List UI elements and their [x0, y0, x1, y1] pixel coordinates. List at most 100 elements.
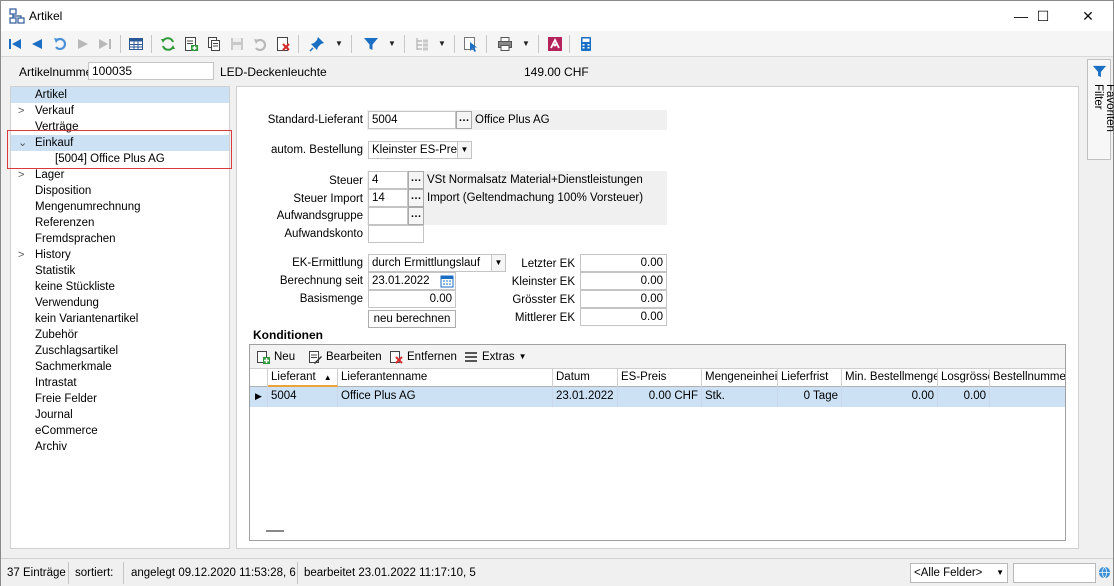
expense-group-lookup-button[interactable]: … — [408, 207, 424, 225]
previous-record-icon[interactable] — [27, 34, 47, 54]
tree-dropdown-icon[interactable]: ▼ — [437, 34, 447, 54]
tree-item-statistik[interactable]: Statistik — [11, 263, 229, 279]
print-icon[interactable] — [495, 34, 515, 54]
expense-account-field[interactable] — [368, 225, 424, 243]
tree-item-archiv[interactable]: Archiv — [11, 439, 229, 455]
avg-ek-field[interactable]: 0.00 — [580, 308, 667, 326]
edit-condition-button[interactable]: Bearbeiten — [308, 349, 382, 365]
cell-lieferfrist[interactable]: 0 Tage — [778, 387, 842, 407]
delete-record-icon[interactable] — [273, 34, 293, 54]
expense-account-label: Aufwandskonto — [284, 228, 363, 240]
first-record-icon[interactable] — [5, 34, 25, 54]
column-header-min-bestellmenge[interactable]: Min. Bestellmenge — [842, 369, 938, 387]
field-filter-select[interactable]: <Alle Felder> ▼ — [910, 563, 1008, 583]
chevron-down-icon[interactable]: ▼ — [457, 142, 471, 158]
remove-condition-button[interactable]: Entfernen — [389, 349, 457, 365]
min-ek-label: Kleinster EK — [511, 276, 575, 288]
calendar-icon[interactable] — [440, 274, 454, 288]
column-header-lieferfrist[interactable]: Lieferfrist — [778, 369, 842, 387]
favorites-filter-tab[interactable]: Favoriten Filter — [1087, 59, 1114, 160]
chevron-right-icon[interactable]: > — [18, 247, 24, 263]
supplier-field[interactable]: 5004 — [368, 111, 456, 129]
globe-search-icon[interactable] — [1098, 566, 1111, 579]
chevron-right-icon[interactable]: > — [18, 167, 24, 183]
new-condition-button[interactable]: Neu — [256, 349, 295, 365]
tree-item-history[interactable]: > History — [11, 247, 229, 263]
column-header-bestellnummer[interactable]: Bestellnummer — [990, 369, 1065, 387]
last-record-icon[interactable] — [95, 34, 115, 54]
cell-es-preis[interactable]: 0.00 CHF — [618, 387, 702, 407]
back-icon[interactable] — [50, 34, 70, 54]
column-header-datum[interactable]: Datum — [553, 369, 618, 387]
column-header-mengeneinheit[interactable]: Mengeneinheit — [702, 369, 778, 387]
print-dropdown-icon[interactable]: ▼ — [521, 34, 531, 54]
column-header-lieferantenname[interactable]: Lieferantenname — [338, 369, 553, 387]
tree-item-verwendung[interactable]: Verwendung — [11, 295, 229, 311]
tax-import-field[interactable]: 14 — [368, 189, 408, 207]
filter-dropdown-icon[interactable]: ▼ — [387, 34, 397, 54]
tree-item-intrastat[interactable]: Intrastat — [11, 375, 229, 391]
article-number-field[interactable]: 100035 — [88, 62, 214, 80]
refresh-icon[interactable] — [158, 34, 178, 54]
tree-item-disposition[interactable]: Disposition — [11, 183, 229, 199]
tree-item-variantenartikel[interactable]: kein Variantenartikel — [11, 311, 229, 327]
column-header-es-preis[interactable]: ES-Preis — [618, 369, 702, 387]
new-record-icon[interactable] — [181, 34, 201, 54]
cursor-select-icon[interactable] — [461, 34, 481, 54]
last-ek-field[interactable]: 0.00 — [580, 254, 667, 272]
tree-item-fremdsprachen[interactable]: Fremdsprachen — [11, 231, 229, 247]
cell-bestellnummer[interactable] — [990, 387, 1065, 407]
chevron-down-icon: ▼ — [996, 568, 1004, 577]
supplier-lookup-button[interactable]: … — [456, 111, 472, 129]
table-view-icon[interactable] — [126, 34, 146, 54]
filter-icon[interactable] — [361, 34, 381, 54]
tree-item-sachmerkmale[interactable]: Sachmerkmale — [11, 359, 229, 375]
calculator-icon[interactable] — [576, 34, 596, 54]
cell-min-bestellmenge[interactable]: 0.00 — [842, 387, 938, 407]
column-header-losgroesse[interactable]: Losgrösse — [938, 369, 990, 387]
recalculate-button[interactable]: neu berechnen — [368, 310, 456, 328]
tax-field[interactable]: 4 — [368, 171, 408, 189]
max-ek-field[interactable]: 0.00 — [580, 290, 667, 308]
min-ek-field[interactable]: 0.00 — [580, 272, 667, 290]
cell-mengeneinheit[interactable]: Stk. — [702, 387, 778, 407]
chevron-right-icon[interactable]: > — [18, 103, 24, 119]
cell-datum[interactable]: 23.01.2022 — [553, 387, 618, 407]
tree-item-referenzen[interactable]: Referenzen — [11, 215, 229, 231]
extras-menu-button[interactable]: Extras ▼ — [464, 349, 527, 365]
tree-item-verkauf[interactable]: > Verkauf — [11, 103, 229, 119]
tree-item-artikel[interactable]: Artikel — [11, 87, 229, 103]
undo-icon[interactable] — [250, 34, 270, 54]
tree-item-stueckliste[interactable]: keine Stückliste — [11, 279, 229, 295]
article-number-label: Artikelnummer — [19, 65, 97, 79]
column-header-lieferant[interactable]: Lieferant ▲ — [268, 369, 338, 387]
tree-item-lager[interactable]: > Lager — [11, 167, 229, 183]
tree-item-freie-felder[interactable]: Freie Felder — [11, 391, 229, 407]
maximize-button[interactable]: ☐ — [1020, 1, 1066, 31]
tax-import-lookup-button[interactable]: … — [408, 189, 424, 207]
supplier-name: Office Plus AG — [475, 114, 550, 126]
cell-lieferantenname[interactable]: Office Plus AG — [338, 387, 553, 407]
next-record-icon[interactable] — [73, 34, 93, 54]
grid-splitter-handle[interactable] — [266, 530, 284, 532]
table-row[interactable]: ▶ 5004 Office Plus AG 23.01.2022 0.00 CH… — [250, 387, 1065, 407]
pin-dropdown-icon[interactable]: ▼ — [334, 34, 344, 54]
cell-lieferant[interactable]: 5004 — [268, 387, 338, 407]
tree-item-zuschlagsartikel[interactable]: Zuschlagsartikel — [11, 343, 229, 359]
copy-record-icon[interactable] — [204, 34, 224, 54]
base-qty-field[interactable]: 0.00 — [368, 290, 456, 308]
save-icon[interactable] — [227, 34, 247, 54]
tax-lookup-button[interactable]: … — [408, 171, 424, 189]
tree-item-mengenumrechnung[interactable]: Mengenumrechnung — [11, 199, 229, 215]
tree-icon[interactable] — [412, 34, 432, 54]
tree-item-journal[interactable]: Journal — [11, 407, 229, 423]
tree-item-zubehoer[interactable]: Zubehör — [11, 327, 229, 343]
tree-item-ecommerce[interactable]: eCommerce — [11, 423, 229, 439]
close-button[interactable]: ✕ — [1065, 1, 1111, 31]
search-input[interactable] — [1013, 563, 1096, 583]
expense-group-field[interactable] — [368, 207, 408, 225]
export-icon[interactable] — [545, 34, 565, 54]
auto-order-select[interactable]: Kleinster ES-Preis ▼ — [368, 141, 472, 159]
pin-icon[interactable] — [307, 34, 327, 54]
cell-losgroesse[interactable]: 0.00 — [938, 387, 990, 407]
